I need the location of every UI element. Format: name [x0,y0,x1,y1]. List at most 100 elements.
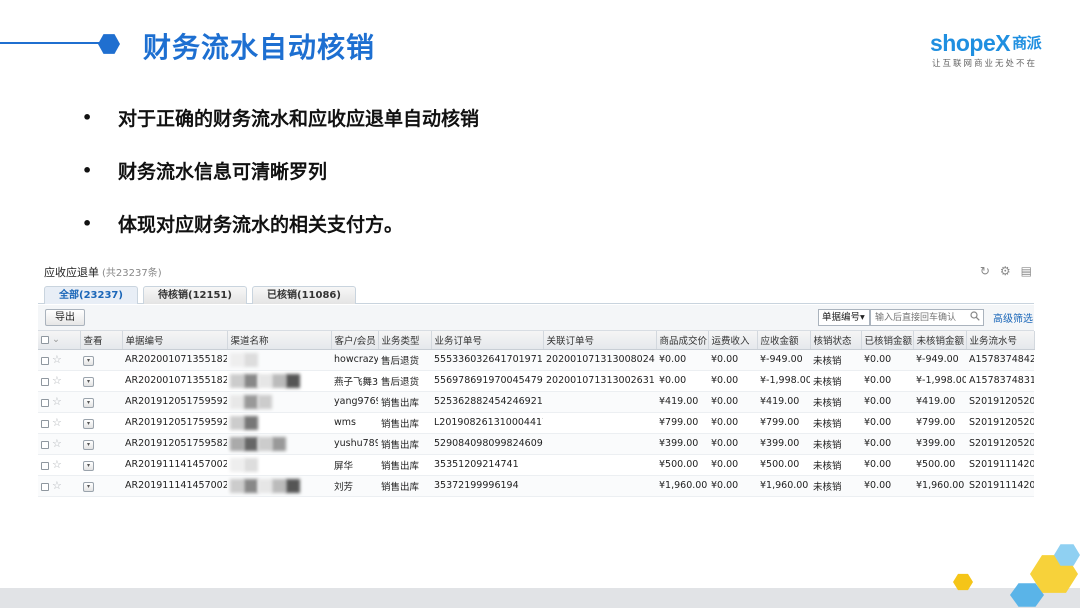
row-select-cell[interactable]: ☆ [38,433,80,455]
column-header[interactable]: 核销状态 [810,331,862,350]
search-icon[interactable] [970,311,980,321]
column-header[interactable]: 关联订单号 [543,331,657,350]
row-view-cell[interactable]: ▾ [80,349,122,371]
row-view-cell[interactable]: ▾ [80,391,122,413]
table-row[interactable]: ☆ ▾ AR202001071355182 燕子飞舞3 售后退货 556978691970… [38,370,1034,392]
columns-icon[interactable]: ▤ [1021,264,1032,278]
star-icon[interactable]: ☆ [52,374,62,387]
table-row[interactable]: ☆ ▾ AR201912051759592 yang9769 销售出库 525362882… [38,391,1034,413]
cell-unsettled: ¥500.00 [913,454,966,476]
tab-pending[interactable]: 待核销(12151) [143,286,247,304]
table-header-row: ⌄ 查看 单据编号 渠道名称 客户/会员 业务类型 业务订单号 关联订单号 商品… [38,331,1035,350]
cell-freight: ¥0.00 [708,412,757,434]
export-button[interactable]: 导出 [45,309,85,326]
row-checkbox[interactable] [41,482,49,491]
cell-doc-no: AR2019111414570020 [122,475,227,497]
cell-order-no: 529084098099824609 [431,433,543,455]
table-row[interactable]: ☆ ▾ AR2019120517595820 yushu789 销售出库 52908409… [38,433,1034,455]
view-detail-icon[interactable]: ▾ [83,418,94,429]
row-select-cell[interactable]: ☆ [38,454,80,476]
star-icon[interactable]: ☆ [52,458,62,471]
star-icon[interactable]: ☆ [52,416,62,429]
logo-wordmark: shopeX [930,30,1011,56]
star-icon[interactable]: ☆ [52,479,62,492]
cell-freight: ¥0.00 [708,475,757,497]
view-detail-icon[interactable]: ▾ [83,376,94,387]
cell-doc-no: AR202001071355182 [122,349,227,371]
cell-customer: 屏华 [331,454,378,476]
row-checkbox[interactable] [41,377,49,386]
row-select-cell[interactable]: ☆ [38,370,80,392]
cell-freight: ¥0.00 [708,433,757,455]
view-detail-icon[interactable]: ▾ [83,481,94,492]
column-header[interactable]: 业务类型 [378,331,432,350]
toolbar: 导出 单据编号▾ 高级筛选 [38,305,1034,331]
select-all-checkbox[interactable] [41,335,49,344]
row-view-cell[interactable]: ▾ [80,433,122,455]
star-icon[interactable]: ☆ [52,353,62,366]
cell-related-no [543,475,656,497]
row-view-cell[interactable]: ▾ [80,370,122,392]
row-select-cell[interactable]: ☆ [38,391,80,413]
cell-settled: ¥0.00 [861,349,913,371]
row-view-cell[interactable]: ▾ [80,475,122,497]
column-header[interactable]: 单据编号 [122,331,228,350]
cell-receivable: ¥799.00 [757,412,810,434]
row-checkbox[interactable] [41,356,49,365]
view-detail-icon[interactable]: ▾ [83,397,94,408]
table-row[interactable]: ☆ ▾ AR2019111414570020 屏华 销售出库 35351209214741… [38,454,1034,476]
advanced-filter-link[interactable]: 高级筛选 [993,310,1033,325]
table-row[interactable]: ☆ ▾ AR202001071355182 howcrazyz售后退货55533603… [38,349,1034,371]
cell-biz-type: 销售出库 [378,475,431,497]
view-detail-icon[interactable]: ▾ [83,355,94,366]
cell-channel [227,370,331,392]
column-header[interactable]: 客户/会员 [331,331,379,350]
sort-caret-icon[interactable]: ⌄ [52,334,60,345]
column-header[interactable]: 业务流水号 [966,331,1035,350]
tab-all[interactable]: 全部(23237) [44,286,138,304]
column-header[interactable]: 查看 [80,331,123,350]
bullet-dot-icon: • [82,161,93,180]
row-view-cell[interactable]: ▾ [80,412,122,434]
cell-flow-no: S2019111420 [966,454,1034,476]
row-checkbox[interactable] [41,440,49,449]
cell-biz-type: 销售出库 [378,412,431,434]
table-row[interactable]: ☆ ▾ AR201912051759592 wms 销售出库 L2019082613100… [38,412,1034,434]
cell-price: ¥419.00 [656,391,708,413]
column-header[interactable]: 未核销金额 [913,331,967,350]
cell-unsettled: ¥-949.00 [913,349,966,371]
column-header[interactable]: 商品成交价 [656,331,709,350]
column-header[interactable]: 运费收入 [708,331,758,350]
bullet-item: • 体现对应财务流水的相关支付方。 [82,214,404,236]
star-icon[interactable]: ☆ [52,395,62,408]
select-all-header[interactable]: ⌄ [38,331,81,350]
view-detail-icon[interactable]: ▾ [83,460,94,471]
cell-status: 未核销 [810,454,861,476]
column-header[interactable]: 已核销金额 [861,331,914,350]
app-title: 应收应退单 [44,266,99,279]
cell-status: 未核销 [810,475,861,497]
row-view-cell[interactable]: ▾ [80,454,122,476]
row-checkbox[interactable] [41,419,49,428]
row-select-cell[interactable]: ☆ [38,412,80,434]
cell-related-no [543,454,656,476]
star-icon[interactable]: ☆ [52,437,62,450]
filter-field-select[interactable]: 单据编号▾ [818,309,870,326]
column-header[interactable]: 应收金额 [757,331,811,350]
table-row[interactable]: ☆ ▾ AR2019111414570020 刘芳 销售出库 35372199996194… [38,475,1034,497]
view-detail-icon[interactable]: ▾ [83,439,94,450]
cell-unsettled: ¥419.00 [913,391,966,413]
cell-receivable: ¥-949.00 [757,349,810,371]
refresh-icon[interactable]: ↻ [980,264,990,278]
row-checkbox[interactable] [41,398,49,407]
tab-settled[interactable]: 已核销(11086) [252,286,356,304]
row-select-cell[interactable]: ☆ [38,475,80,497]
column-header[interactable]: 渠道名称 [227,331,332,350]
settings-icon[interactable]: ⚙ [1000,264,1011,278]
search-input[interactable] [870,309,984,326]
bullet-dot-icon: • [82,108,93,127]
column-header[interactable]: 业务订单号 [431,331,544,350]
row-select-cell[interactable]: ☆ [38,349,80,371]
row-checkbox[interactable] [41,461,49,470]
receivables-table: ⌄ 查看 单据编号 渠道名称 客户/会员 业务类型 业务订单号 关联订单号 商品… [38,331,1035,497]
